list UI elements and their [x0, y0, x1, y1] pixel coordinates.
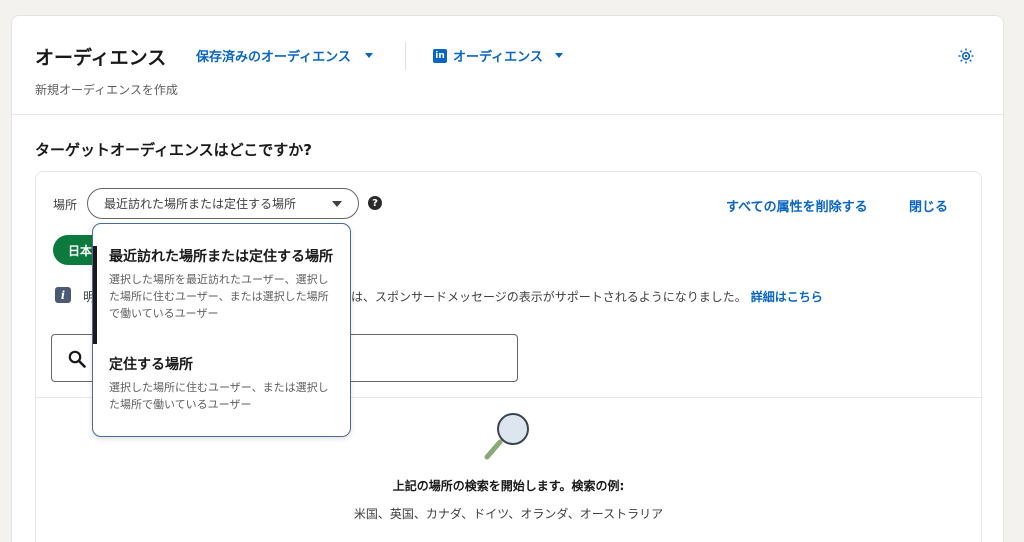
location-type-dropdown: 最近訪れた場所または定住する場所 選択した場所を最近訪れたユーザー、選択した場所…: [92, 223, 351, 437]
saved-audiences-label: 保存済みのオーディエンス: [196, 50, 351, 65]
page-subtitle: 新規オーディエンスを作成: [35, 83, 178, 97]
linkedin-audience-dropdown[interactable]: in オーディエンス: [433, 46, 563, 65]
chevron-down-icon: [554, 53, 563, 58]
empty-state-title: 上記の場所の検索を開始します。検索の例:: [392, 479, 625, 493]
info-text-end: は、スポンサードメッセージの表示がサポートされるようになりました。: [351, 290, 747, 304]
info-icon: i: [55, 287, 71, 303]
close-link[interactable]: 閉じる: [909, 196, 948, 215]
target-question: ターゲットオーディエンスはどこですか?: [35, 141, 312, 159]
option-description: 選択した場所に住むユーザー、または選択した場所で働いているユーザー: [109, 381, 329, 411]
lightbulb-icon[interactable]: [958, 48, 974, 64]
caret-down-icon: [332, 201, 342, 207]
dropdown-option-permanent[interactable]: 定住する場所 選択した場所に住むユーザー、または選択した場所で働いているユーザー: [93, 354, 350, 416]
info-message: は、スポンサードメッセージの表示がサポートされるようになりました。 詳細はこちら: [351, 288, 823, 305]
option-title: 最近訪れた場所または定住する場所: [109, 249, 333, 265]
location-label: 場所: [53, 198, 78, 212]
linkedin-audience-label: オーディエンス: [453, 50, 543, 65]
search-icon: [68, 350, 86, 368]
header-divider: [405, 42, 406, 70]
location-type-value: 最近訪れた場所または定住する場所: [104, 197, 297, 211]
dropdown-option-recent-or-permanent[interactable]: 最近訪れた場所または定住する場所 選択した場所を最近訪れたユーザー、選択した場所…: [93, 246, 350, 344]
saved-audiences-dropdown[interactable]: 保存済みのオーディエンス: [196, 46, 373, 65]
header: オーディエンス 保存済みのオーディエンス in オーディエンス 新規オーディエン…: [12, 16, 1003, 115]
chevron-down-icon: [364, 53, 373, 58]
option-title: 定住する場所: [109, 357, 193, 373]
location-type-select[interactable]: 最近訪れた場所または定住する場所: [87, 188, 359, 219]
help-icon[interactable]: ?: [368, 196, 382, 210]
linkedin-icon: in: [433, 48, 447, 63]
magnifier-illustration-icon: [484, 413, 529, 460]
page-title: オーディエンス: [35, 47, 167, 69]
empty-state-examples: 米国、英国、カナダ、ドイツ、オランダ、オーストラリア: [353, 507, 664, 521]
learn-more-link[interactable]: 詳細はこちら: [751, 290, 823, 304]
remove-all-attributes-link[interactable]: すべての属性を削除する: [726, 196, 868, 215]
option-description: 選択した場所を最近訪れたユーザー、選択した場所に住むユーザー、または選択した場所…: [109, 273, 329, 320]
